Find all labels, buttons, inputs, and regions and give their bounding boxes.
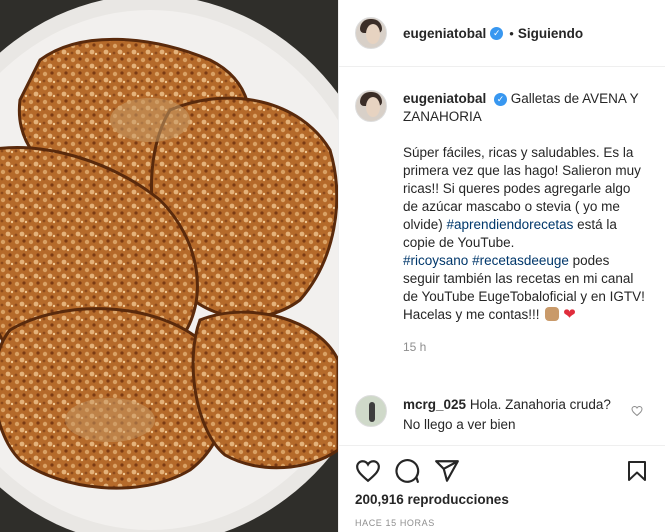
caption-timestamp[interactable]: 15 h: [403, 338, 649, 356]
caption-paragraph: Hacelas y me contas!!!: [403, 307, 540, 322]
commenter-avatar[interactable]: [355, 395, 387, 427]
author-username[interactable]: eugeniatobal: [403, 26, 486, 41]
post-header: eugeniatobal ✓ • Siguiendo: [339, 0, 665, 67]
view-count[interactable]: 200,916 reproducciones: [355, 492, 509, 507]
verified-badge-icon: ✓: [490, 26, 504, 40]
caption-username[interactable]: eugeniatobal: [403, 91, 486, 106]
following-button[interactable]: Siguiendo: [518, 26, 583, 41]
post-details-panel: eugeniatobal ✓ • Siguiendo eugeniatobal …: [338, 0, 665, 532]
caption-author-avatar[interactable]: [355, 90, 387, 122]
comment-icon[interactable]: [394, 458, 420, 484]
comment-text: mcrg_025 Hola. Zanahoria cruda? No llego…: [403, 395, 613, 435]
cookies-photo: [0, 0, 338, 532]
divider: [339, 445, 665, 446]
like-icon[interactable]: [355, 458, 381, 484]
post-caption: eugeniatobal ✓ Galletas de AVENA Y ZANAH…: [355, 90, 655, 356]
hashtag-link[interactable]: #aprendiendorecetas: [447, 217, 574, 232]
comment-item: mcrg_025 Hola. Zanahoria cruda? No llego…: [355, 395, 655, 435]
hashtag-link[interactable]: #recetasdeeuge: [472, 253, 569, 268]
comment-like-icon[interactable]: [631, 405, 643, 420]
flexed-biceps-emoji-icon: [545, 307, 560, 321]
share-icon[interactable]: [434, 458, 460, 484]
instagram-post-view: eugeniatobal ✓ • Siguiendo eugeniatobal …: [0, 0, 665, 532]
caption-text: eugeniatobal ✓ Galletas de AVENA Y ZANAH…: [403, 90, 649, 356]
red-heart-emoji: ❤: [563, 306, 576, 323]
hashtag-link[interactable]: #ricoysano: [403, 253, 468, 268]
separator-dot: •: [509, 25, 514, 41]
commenter-username[interactable]: mcrg_025: [403, 397, 466, 412]
save-icon[interactable]: [625, 458, 649, 484]
post-age[interactable]: HACE 15 HORAS: [355, 518, 435, 528]
author-avatar[interactable]: [355, 17, 387, 49]
post-media-video[interactable]: [0, 0, 338, 532]
verified-badge-icon: ✓: [494, 92, 508, 106]
action-bar: [355, 458, 646, 486]
